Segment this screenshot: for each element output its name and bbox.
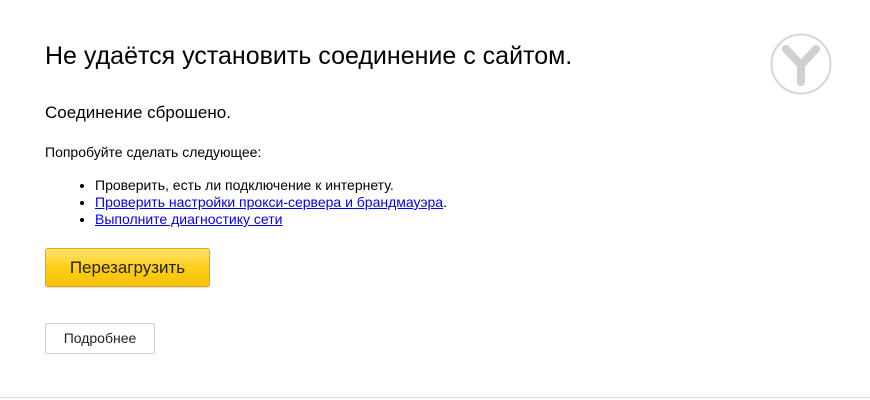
bottom-divider — [0, 397, 870, 398]
yandex-browser-logo-icon — [770, 33, 832, 95]
suggestions-intro: Попробуйте сделать следующее: — [45, 144, 262, 160]
details-button[interactable]: Подробнее — [45, 323, 155, 354]
suggestions-list: Проверить, есть ли подключение к интерне… — [45, 177, 447, 228]
suggestion-check-proxy: Проверить настройки прокси-сервера и бра… — [95, 194, 447, 211]
suggestion-check-internet: Проверить, есть ли подключение к интерне… — [95, 177, 447, 194]
suggestion-diagnostics: Выполните диагностику сети — [95, 211, 447, 228]
reload-button[interactable]: Перезагрузить — [45, 248, 210, 287]
check-proxy-link[interactable]: Проверить настройки прокси-сервера и бра… — [95, 194, 443, 210]
suggestion-suffix: . — [443, 194, 447, 210]
network-diagnostics-link[interactable]: Выполните диагностику сети — [95, 211, 282, 227]
page-title: Не удаётся установить соединение с сайто… — [45, 42, 573, 70]
error-page: Не удаётся установить соединение с сайто… — [0, 0, 870, 400]
suggestion-text: Проверить, есть ли подключение к интерне… — [95, 177, 394, 193]
error-subtitle: Соединение сброшено. — [45, 103, 231, 122]
